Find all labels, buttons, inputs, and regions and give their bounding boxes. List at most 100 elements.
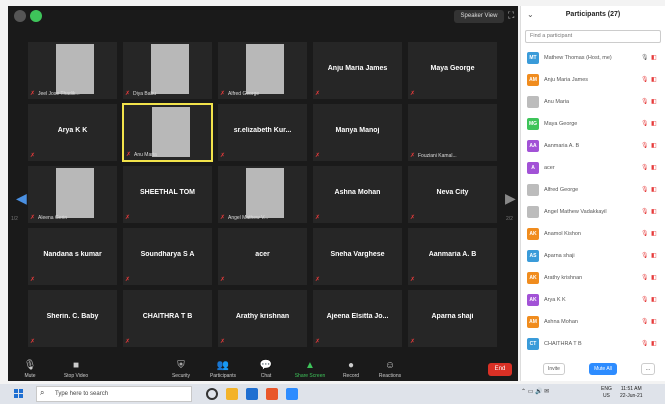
video-status-icon[interactable]: ◧ xyxy=(651,142,657,149)
fullscreen-icon[interactable]: ⛶ xyxy=(508,10,514,21)
mic-status-icon[interactable]: 🎙 xyxy=(641,98,649,105)
participant-search-input[interactable]: Find a participant xyxy=(525,30,661,43)
office-app-icon[interactable] xyxy=(266,388,278,400)
language-indicator[interactable]: ENG US xyxy=(601,386,612,400)
participant-row[interactable]: AK Anamol Kishon 🎙 ◧ xyxy=(527,226,663,244)
video-status-icon[interactable]: ◧ xyxy=(651,252,657,259)
windows-start-icon[interactable] xyxy=(14,389,24,399)
video-tile[interactable]: Sneha Varghese ✗ xyxy=(312,227,403,286)
chat-button[interactable]: 💬 Chat xyxy=(246,360,286,379)
video-tile[interactable]: Maya George ✗ xyxy=(407,41,498,100)
info-icon[interactable] xyxy=(14,10,26,22)
system-tray-icons[interactable]: ⌃ ▭ 🔊 ✉ xyxy=(521,388,549,395)
mic-status-icon[interactable]: 🎙 xyxy=(641,164,649,171)
mic-status-icon[interactable]: 🎙 xyxy=(641,252,649,259)
edge-icon[interactable] xyxy=(246,388,258,400)
video-tile[interactable]: ✗ Anu Maria xyxy=(122,103,213,162)
video-tile[interactable]: ✗ Alfred George xyxy=(217,41,308,100)
video-tile[interactable]: Manya Manoj ✗ xyxy=(312,103,403,162)
invite-button[interactable]: Invite xyxy=(543,363,565,375)
video-status-icon[interactable]: ◧ xyxy=(651,208,657,215)
video-tile[interactable]: Nandana s kumar ✗ xyxy=(27,227,118,286)
participant-row[interactable]: Alfred George 🎙 ◧ xyxy=(527,182,663,200)
video-tile[interactable]: ✗ Jeel Jose Thadik... xyxy=(27,41,118,100)
stop-video-button[interactable]: ■ Stop Video xyxy=(56,360,96,379)
taskbar-clock[interactable]: 11:51 AM 22-Jun-21 xyxy=(620,386,643,400)
participant-row[interactable]: CT CHAITHRA T B 🎙 ◧ xyxy=(527,336,663,354)
mic-status-icon[interactable]: 🎙 xyxy=(641,76,649,83)
video-status-icon[interactable]: ◧ xyxy=(651,296,657,303)
security-shield-icon[interactable] xyxy=(30,10,42,22)
video-status-icon[interactable]: ◧ xyxy=(651,76,657,83)
video-status-icon[interactable]: ◧ xyxy=(651,274,657,281)
zoom-taskbar-icon[interactable] xyxy=(286,388,298,400)
video-tile[interactable]: Aanmaria A. B ✗ xyxy=(407,227,498,286)
video-tile[interactable]: Arathy krishnan ✗ xyxy=(217,289,308,348)
video-tile[interactable]: Arya K K ✗ xyxy=(27,103,118,162)
video-status-icon[interactable]: ◧ xyxy=(651,54,657,61)
mic-status-icon[interactable]: 🎙 xyxy=(641,318,649,325)
video-tile[interactable]: ✗ Angel Mathew V... xyxy=(217,165,308,224)
chrome-icon[interactable] xyxy=(226,388,238,400)
mic-status-icon[interactable]: 🎙 xyxy=(641,186,649,193)
video-tile[interactable]: Ajeena Elsitta Jo... ✗ xyxy=(312,289,403,348)
video-tile[interactable]: acer ✗ xyxy=(217,227,308,286)
video-status-icon[interactable]: ◧ xyxy=(651,340,657,347)
participant-row[interactable]: AM Ashna Mohan 🎙 ◧ xyxy=(527,314,663,332)
muted-mic-icon: ✗ xyxy=(125,91,131,97)
participant-row[interactable]: Anu Maria 🎙 ◧ xyxy=(527,94,663,112)
participant-row[interactable]: AK Arya K K 🎙 ◧ xyxy=(527,292,663,310)
record-icon: ● xyxy=(347,360,355,371)
reactions-button[interactable]: ☺ Reactions xyxy=(370,360,410,379)
video-tile[interactable]: Aparna shaji ✗ xyxy=(407,289,498,348)
video-status-icon[interactable]: ◧ xyxy=(651,120,657,127)
mic-status-icon[interactable]: 🎙 xyxy=(641,54,649,61)
participant-row[interactable]: AA Aanmaria A. B 🎙 ◧ xyxy=(527,138,663,156)
video-tile[interactable]: SHEETHAL TOM ✗ xyxy=(122,165,213,224)
next-page-arrow-icon[interactable]: ▶ xyxy=(505,190,516,207)
video-status-icon[interactable]: ◧ xyxy=(651,186,657,193)
muted-mic-icon: ✗ xyxy=(30,215,36,221)
mute-button[interactable]: 🎙 Mute xyxy=(10,360,50,379)
tile-participant-name: Arya K K xyxy=(57,127,88,134)
speaker-view-button[interactable]: Speaker View xyxy=(454,10,504,23)
video-tile[interactable]: Sherin. C. Baby ✗ xyxy=(27,289,118,348)
participant-row[interactable]: Aacer 🎙 ◧ xyxy=(527,160,663,178)
video-status-icon[interactable]: ◧ xyxy=(651,98,657,105)
video-tile[interactable]: ✗ Fouziani Kamal... xyxy=(407,103,498,162)
video-status-icon[interactable]: ◧ xyxy=(651,164,657,171)
end-meeting-button[interactable]: End xyxy=(488,363,512,376)
mic-status-icon[interactable]: 🎙 xyxy=(641,274,649,281)
mic-status-icon[interactable]: 🎙 xyxy=(641,230,649,237)
participants-button[interactable]: 👥 Participants xyxy=(203,360,243,379)
video-status-icon[interactable]: ◧ xyxy=(651,230,657,237)
video-tile[interactable]: sr.elizabeth Kur... ✗ xyxy=(217,103,308,162)
video-status-icon[interactable]: ◧ xyxy=(651,318,657,325)
taskbar-search-input[interactable]: Type here to search xyxy=(36,386,192,402)
participant-row[interactable]: MG Maya George 🎙 ◧ xyxy=(527,116,663,134)
video-tile[interactable]: Anju Maria James ✗ xyxy=(312,41,403,100)
mute-all-button[interactable]: Mute All xyxy=(589,363,617,375)
mic-status-icon[interactable]: 🎙 xyxy=(641,296,649,303)
tile-participant-name: Maya George xyxy=(430,65,475,72)
more-options-button[interactable]: ... xyxy=(641,363,655,375)
video-tile[interactable]: ✗ Aleena Gerin xyxy=(27,165,118,224)
share-screen-button[interactable]: ▲ Share Screen xyxy=(290,360,330,379)
video-tile[interactable]: ✗ Diya Babu xyxy=(122,41,213,100)
video-tile[interactable]: Neva City ✗ xyxy=(407,165,498,224)
participant-row[interactable]: AS Aparna shaji 🎙 ◧ xyxy=(527,248,663,266)
video-tile[interactable]: Ashna Mohan ✗ xyxy=(312,165,403,224)
video-tile[interactable]: Soundharya S A ✗ xyxy=(122,227,213,286)
participant-row[interactable]: MT Mathew Thomas (Host, me) 🎙 ◧ xyxy=(527,50,663,68)
cortana-icon[interactable] xyxy=(206,388,218,400)
participant-row[interactable]: AK Arathy krishnan 🎙 ◧ xyxy=(527,270,663,288)
video-tile[interactable]: CHAITHRA T B ✗ xyxy=(122,289,213,348)
security-button[interactable]: ⛨ Security xyxy=(161,360,201,379)
participant-row[interactable]: AM Anju Maria James 🎙 ◧ xyxy=(527,72,663,90)
mic-status-icon[interactable]: 🎙 xyxy=(641,142,649,149)
mic-status-icon[interactable]: 🎙 xyxy=(641,340,649,347)
mic-status-icon[interactable]: 🎙 xyxy=(641,208,649,215)
participant-row[interactable]: Angel Mathew Vadakkayil 🎙 ◧ xyxy=(527,204,663,222)
mic-status-icon[interactable]: 🎙 xyxy=(641,120,649,127)
record-button[interactable]: ● Record xyxy=(331,360,371,379)
